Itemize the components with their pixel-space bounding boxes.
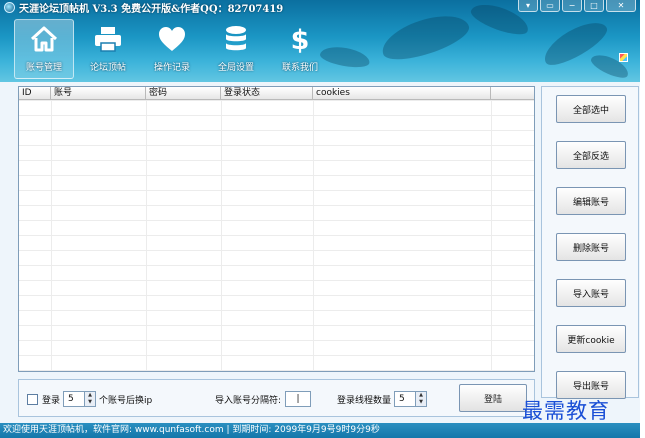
database-icon: [226, 26, 246, 51]
nav-account-management[interactable]: 账号管理: [14, 19, 74, 79]
dropdown-button[interactable]: ▾: [518, 0, 538, 12]
title-bar: 天涯论坛顶帖机 V3.3 免费公开版&作者QQ：82707419: [4, 0, 284, 15]
printer-icon: [95, 27, 121, 52]
column-header-cookies[interactable]: cookies: [313, 87, 491, 99]
window-title: 天涯论坛顶帖机 V3.3 免费公开版&作者QQ：82707419: [19, 3, 284, 15]
edit-account-button[interactable]: 编辑账号: [556, 187, 626, 215]
threads-option: 登录线程数量 5 ▲ ▼: [337, 380, 430, 418]
column-divider: [146, 100, 147, 371]
switch-suffix-label: 个账号后换ip: [99, 395, 153, 406]
nav-operation-log[interactable]: 操作记录: [142, 19, 202, 79]
watermark-text: 最需教育: [522, 399, 610, 423]
delete-account-button[interactable]: 删除账号: [556, 233, 626, 261]
account-table[interactable]: ID 账号 密码 登录状态 cookies: [18, 86, 535, 372]
stepper-down-icon[interactable]: ▼: [85, 399, 95, 406]
nav-label: 联系我们: [281, 63, 318, 73]
nav-label: 论坛顶帖: [89, 63, 126, 73]
table-body[interactable]: [19, 100, 534, 371]
login-label: 登录: [42, 395, 61, 406]
login-switch-checkbox[interactable]: [27, 393, 38, 405]
stepper-down-icon[interactable]: ▼: [416, 399, 426, 406]
skin-color-icon[interactable]: [619, 53, 628, 62]
threads-stepper[interactable]: 5 ▲ ▼: [394, 391, 428, 407]
nav-forum-bump[interactable]: 论坛顶帖: [78, 19, 138, 79]
app-logo-icon: [4, 1, 15, 13]
column-header-account[interactable]: 账号: [51, 87, 146, 99]
action-panel: 全部选中 全部反选 编辑账号 删除账号 导入账号 更新cookie 导出账号: [541, 86, 639, 399]
maximize-button[interactable]: □: [584, 0, 604, 12]
heart-icon: [159, 27, 185, 51]
separator-label: 导入账号分隔符:: [215, 395, 282, 406]
minimize-button[interactable]: −: [562, 0, 582, 12]
nav-label: 操作记录: [153, 63, 190, 73]
skin-button[interactable]: ▭: [540, 0, 560, 12]
home-icon: [30, 26, 58, 52]
column-divider: [313, 100, 314, 371]
import-account-button[interactable]: 导入账号: [556, 279, 626, 307]
header-banner: 天涯论坛顶帖机 V3.3 免费公开版&作者QQ：82707419 ▾ ▭ − □…: [0, 0, 640, 82]
nav-label: 账号管理: [25, 63, 62, 73]
dollar-icon: $: [291, 25, 310, 54]
login-button[interactable]: 登陆: [459, 384, 527, 412]
window-controls: ▾ ▭ − □ ✕: [518, 0, 636, 12]
threads-label: 登录线程数量: [337, 395, 392, 406]
close-button[interactable]: ✕: [606, 0, 636, 12]
main-nav: 账号管理 论坛顶帖 操作记录 全局设置 $ 联系我们: [14, 19, 330, 79]
column-divider: [51, 100, 52, 371]
app-window: 天涯论坛顶帖机 V3.3 免费公开版&作者QQ：82707419 ▾ ▭ − □…: [0, 0, 640, 438]
table-header: ID 账号 密码 登录状态 cookies: [19, 87, 534, 100]
login-options-bar: 登录 5 ▲ ▼ 个账号后换ip 导入账号分隔符: | 登录线程数量 5 ▲ ▼ 登…: [18, 379, 535, 417]
switch-ip-option: 登录 5 ▲ ▼ 个账号后换ip: [27, 380, 152, 418]
stepper-up-icon[interactable]: ▲: [85, 392, 95, 399]
column-header-login-status[interactable]: 登录状态: [221, 87, 313, 99]
nav-contact-us[interactable]: $ 联系我们: [270, 19, 330, 79]
switch-count-stepper[interactable]: 5 ▲ ▼: [63, 391, 97, 407]
nav-global-settings[interactable]: 全局设置: [206, 19, 266, 79]
column-divider: [221, 100, 222, 371]
svg-text:$: $: [291, 25, 310, 54]
switch-count-value[interactable]: 5: [63, 391, 86, 407]
column-header-id[interactable]: ID: [19, 87, 51, 99]
nav-label: 全局设置: [217, 63, 254, 73]
select-all-button[interactable]: 全部选中: [556, 95, 626, 123]
column-header-password[interactable]: 密码: [146, 87, 221, 99]
status-bar: 欢迎使用天涯顶帖机，软件官网: www.qunfasoft.com | 到期时间…: [0, 423, 640, 438]
stepper-up-icon[interactable]: ▲: [416, 392, 426, 399]
column-divider: [491, 100, 492, 371]
invert-selection-button[interactable]: 全部反选: [556, 141, 626, 169]
separator-input[interactable]: |: [285, 391, 312, 407]
threads-value[interactable]: 5: [394, 391, 417, 407]
update-cookie-button[interactable]: 更新cookie: [556, 325, 626, 353]
separator-option: 导入账号分隔符: |: [215, 380, 312, 418]
